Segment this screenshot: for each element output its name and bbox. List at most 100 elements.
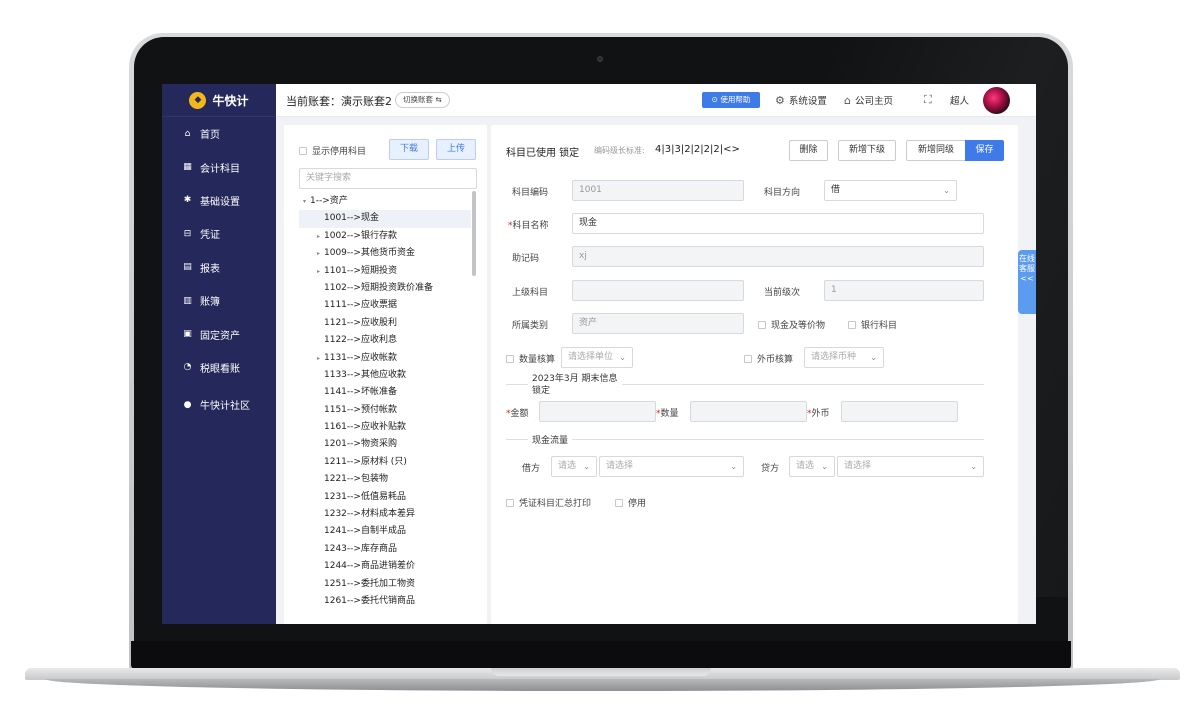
save-button[interactable]: 保存	[965, 140, 1004, 161]
company-home-link[interactable]: ⌂ 公司主页	[844, 93, 893, 108]
tree-node-label: 1221-->包装物	[324, 474, 388, 485]
tree-node[interactable]: ▾ 1-->资产	[299, 193, 471, 210]
avatar[interactable]	[983, 87, 1010, 114]
print-summary-checkbox[interactable]	[506, 498, 514, 507]
caret-icon[interactable]: ▸	[313, 263, 324, 280]
home-outline-icon: ⌂	[844, 93, 851, 107]
foreign-amount-field[interactable]	[841, 401, 958, 422]
tree-node[interactable]: 1201-->物资采购	[299, 436, 471, 453]
subject-tree-panel: 显示停用科目 下载 上传 关键字搜索 ▾ 1-->资产 1001-->现金 ▸ 1002…	[284, 125, 487, 624]
laptop-notch	[491, 668, 711, 676]
asset-icon: ▣	[183, 329, 192, 340]
help-button[interactable]: ⊙ 使用帮助	[702, 92, 760, 108]
delete-button[interactable]: 删除	[789, 140, 828, 161]
caret-icon[interactable]: ▸	[313, 245, 324, 262]
tree-node[interactable]: 1231-->低值易耗品	[299, 489, 471, 506]
tree-node-label: 1122-->应收利息	[324, 335, 397, 346]
tree-node[interactable]: ▸ 1101-->短期投资	[299, 263, 471, 280]
unit-placeholder: 请选择单位	[568, 352, 614, 362]
sidebar-item-5[interactable]: ▥ 账簿	[162, 284, 276, 317]
logo-icon: ◆	[189, 91, 207, 109]
tree-node-label: 1241-->自制半成品	[324, 526, 406, 537]
level-label: 当前级次	[764, 288, 801, 298]
tree-node[interactable]: 1161-->应收补贴款	[299, 419, 471, 436]
search-input[interactable]: 关键字搜索	[299, 168, 477, 189]
tree-node[interactable]: 1232-->材料成本差异	[299, 506, 471, 523]
debit-item-placeholder: 请选择	[606, 461, 634, 471]
amount-field[interactable]	[539, 401, 656, 422]
tree-node[interactable]: 1243-->库存商品	[299, 541, 471, 558]
caret-icon[interactable]: ▾	[299, 193, 310, 210]
print-summary-option[interactable]: 凭证科目汇总打印	[506, 496, 591, 509]
quantity-accounting-option[interactable]: 数量核算	[506, 352, 555, 365]
disable-option[interactable]: 停用	[615, 496, 646, 509]
tree-node[interactable]: 1261-->委托代销商品	[299, 593, 471, 610]
online-service-tab[interactable]: 在线客服<<	[1018, 250, 1036, 314]
sidebar-item-0[interactable]: ⌂ 首页	[162, 117, 276, 150]
upload-button[interactable]: 上传	[436, 139, 476, 160]
quantity-accounting-checkbox[interactable]	[506, 354, 514, 363]
tree-scrollbar[interactable]	[472, 191, 476, 276]
quantity-field[interactable]	[690, 401, 807, 422]
tree-node[interactable]: 1244-->商品进销差价	[299, 558, 471, 575]
credit-item-select[interactable]: 请选择 ⌄	[837, 456, 984, 477]
add-same-button[interactable]: 新增同级	[906, 140, 966, 161]
tree-node[interactable]: 1121-->应收股利	[299, 315, 471, 332]
show-disabled-checkbox[interactable]	[299, 146, 307, 155]
app-logo[interactable]: ◆ 牛快计	[162, 84, 276, 117]
credit-type-select[interactable]: 请选 ⌄	[789, 456, 835, 477]
sidebar-item-3[interactable]: ⊟ 凭证	[162, 217, 276, 250]
sidebar-item-1[interactable]: ▦ 会计科目	[162, 150, 276, 183]
tree-node[interactable]: 1122-->应收利息	[299, 332, 471, 349]
tree-node-label: 1151-->预付帐款	[324, 404, 397, 415]
add-sub-button[interactable]: 新增下级	[838, 140, 896, 161]
bank-subject-option[interactable]: 银行科目	[848, 318, 897, 331]
tree-node[interactable]: 1001-->现金	[299, 210, 471, 228]
tree-node[interactable]: 1221-->包装物	[299, 471, 471, 488]
tree-node[interactable]: 1133-->其他应收款	[299, 367, 471, 384]
chevron-down-icon: ⌄	[870, 353, 877, 362]
tree-node[interactable]: ▸ 1002-->银行存款	[299, 228, 471, 245]
cash-equivalent-label: 现金及等价物	[771, 321, 826, 331]
sidebar-item-4[interactable]: ▤ 报表	[162, 251, 276, 284]
tree-node-label: 1232-->材料成本差异	[324, 509, 415, 520]
caret-icon[interactable]: ▸	[313, 350, 324, 367]
direction-select[interactable]: 借 ⌄	[824, 180, 957, 201]
tree-node[interactable]: 1211-->原材料 (只)	[299, 454, 471, 471]
tree-node[interactable]: 1141-->坏帐准备	[299, 384, 471, 401]
tree-node[interactable]: 1111-->应收票据	[299, 297, 471, 314]
sidebar-item-8[interactable]: ● 牛快计社区	[162, 388, 276, 421]
unit-select[interactable]: 请选择单位 ⌄	[561, 347, 633, 368]
download-button[interactable]: 下载	[389, 139, 429, 160]
tree-node[interactable]: 1102-->短期投资跌价准备	[299, 280, 471, 297]
disable-checkbox[interactable]	[615, 498, 623, 507]
caret-icon[interactable]: ▸	[313, 228, 324, 245]
name-field[interactable]: 现金	[572, 213, 984, 234]
foreign-currency-checkbox[interactable]	[744, 354, 752, 363]
fullscreen-icon: ⛶	[924, 93, 932, 106]
tree-node[interactable]: ▸ 1009-->其他货币资金	[299, 245, 471, 262]
tree-node[interactable]: 1241-->自制半成品	[299, 523, 471, 540]
cash-equivalent-checkbox[interactable]	[758, 320, 766, 329]
debit-type-select[interactable]: 请选 ⌄	[551, 456, 597, 477]
debit-item-select[interactable]: 请选择 ⌄	[599, 456, 744, 477]
parent-field	[572, 280, 744, 301]
bank-subject-checkbox[interactable]	[848, 320, 856, 329]
tree-node-label: 1244-->商品进销差价	[324, 561, 415, 572]
tree-node[interactable]: 1151-->预付帐款	[299, 402, 471, 419]
tree-node[interactable]: ▸ 1131-->应收帐款	[299, 350, 471, 367]
user-name[interactable]: 超人	[950, 93, 969, 107]
sidebar-item-6[interactable]: ▣ 固定资产	[162, 317, 276, 350]
switch-account-button[interactable]: 切换账套 ⇆	[395, 92, 450, 108]
show-disabled-toggle[interactable]: 显示停用科目	[299, 144, 366, 157]
foreign-currency-option[interactable]: 外币核算	[744, 352, 793, 365]
system-settings-link[interactable]: ⚙ 系统设置	[775, 93, 827, 108]
fullscreen-button[interactable]: ⛶	[924, 93, 932, 107]
sidebar-item-2[interactable]: ✱ 基础设置	[162, 184, 276, 217]
debit-label: 借方	[522, 464, 541, 474]
sidebar-item-7[interactable]: ◔ 税眼看账	[162, 351, 276, 384]
cash-equivalent-option[interactable]: 现金及等价物	[758, 318, 825, 331]
currency-select[interactable]: 请选择币种 ⌄	[804, 347, 884, 368]
mnemonic-field[interactable]: xj	[572, 246, 984, 267]
tree-node[interactable]: 1251-->委托加工物资	[299, 576, 471, 593]
